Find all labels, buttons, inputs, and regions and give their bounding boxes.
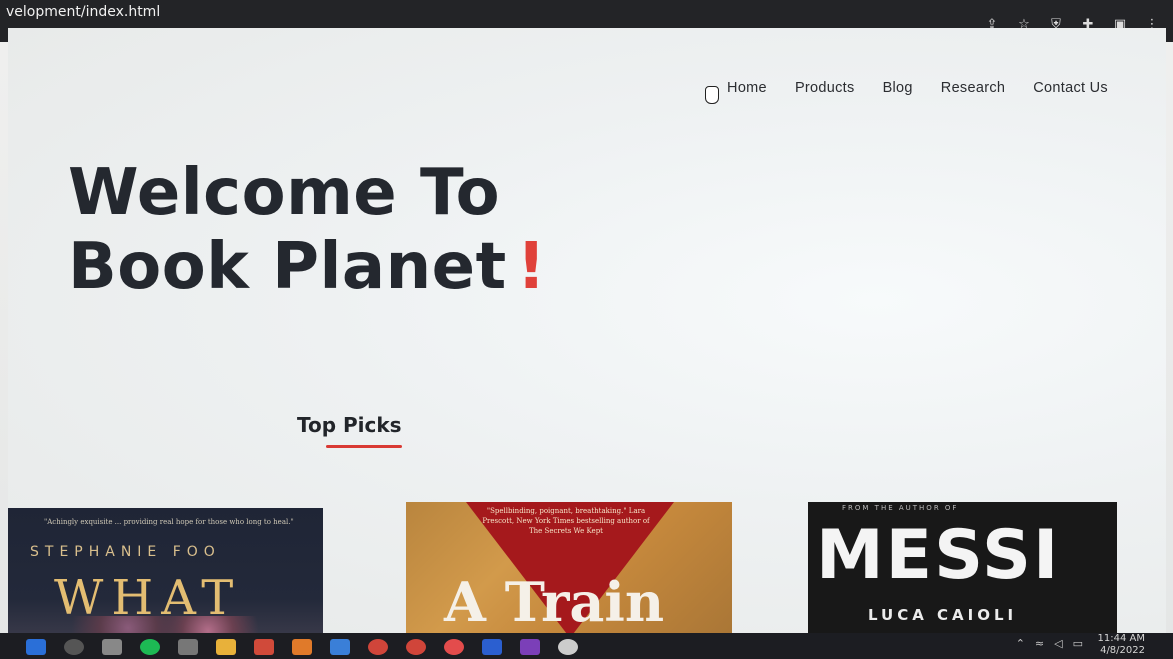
nav-blog[interactable]: Blog <box>883 80 913 96</box>
nav-research[interactable]: Research <box>941 80 1005 96</box>
clock-date: 4/8/2022 <box>1100 645 1145 656</box>
book-3-author: LUCA CAIOLI <box>868 606 1018 624</box>
word-icon[interactable] <box>482 639 502 655</box>
onenote-icon[interactable] <box>520 639 540 655</box>
nav-contact-us[interactable]: Contact Us <box>1033 80 1108 96</box>
book-1-author: STEPHANIE FOO <box>30 544 221 560</box>
book-3-title: MESSI <box>816 516 1061 595</box>
task-view-icon[interactable] <box>102 639 122 655</box>
book-2-title: A Train <box>444 570 665 633</box>
chevron-up-icon[interactable]: ⌃ <box>1016 637 1025 650</box>
hero-line-2: Book Planet! <box>68 230 546 304</box>
web-page: Home Products Blog Research Contact Us W… <box>8 28 1166 633</box>
book-2-quote: "Spellbinding, poignant, breathtaking." … <box>482 507 650 535</box>
nav-products[interactable]: Products <box>795 80 855 96</box>
chrome-icon[interactable] <box>368 639 388 655</box>
book-cover-3[interactable]: FROM THE AUTHOR OF MESSI LUCA CAIOLI <box>808 502 1117 633</box>
os-taskbar: ⌃ ≈ ◁ ▭ 11:44 AM 4/8/2022 <box>0 633 1173 659</box>
app-icon-red[interactable] <box>254 639 274 655</box>
chrome-canary-icon[interactable] <box>444 639 464 655</box>
battery-icon[interactable]: ▭ <box>1073 637 1083 650</box>
spotify-icon[interactable] <box>140 639 160 655</box>
book-cover-1[interactable]: "Achingly exquisite ... providing real h… <box>8 508 323 633</box>
sublime-icon[interactable] <box>292 639 312 655</box>
volume-icon[interactable]: ◁ <box>1054 637 1062 650</box>
clock-time: 11:44 AM <box>1097 633 1145 644</box>
emoji-icon[interactable] <box>558 639 578 655</box>
system-tray: ⌃ ≈ ◁ ▭ <box>1016 637 1083 650</box>
hero-heading: Welcome To Book Planet! <box>68 156 546 304</box>
windows-start-icon[interactable] <box>26 639 46 655</box>
vscode-icon[interactable] <box>330 639 350 655</box>
chrome-icon-2[interactable] <box>406 639 426 655</box>
main-nav: Home Products Blog Research Contact Us <box>727 80 1108 96</box>
book-1-quote: "Achingly exquisite ... providing real h… <box>44 518 294 526</box>
taskbar-apps <box>26 639 578 655</box>
section-title-underline <box>326 445 402 448</box>
section-title: Top Picks <box>297 413 402 437</box>
wifi-icon[interactable]: ≈ <box>1035 637 1044 650</box>
hand-cursor-icon <box>705 86 719 104</box>
nav-home[interactable]: Home <box>727 80 767 96</box>
hero-exclamation: ! <box>516 230 547 304</box>
screen: velopment/index.html ⇪ ☆ ⛨ ✚ ▣ ⋮ Home Pr… <box>0 0 1173 659</box>
address-bar-url[interactable]: velopment/index.html <box>6 4 160 20</box>
hero-line-2-text: Book Planet <box>68 230 507 304</box>
book-cover-2[interactable]: "Spellbinding, poignant, breathtaking." … <box>406 502 732 633</box>
file-explorer-icon[interactable] <box>216 639 236 655</box>
taskbar-clock[interactable]: 11:44 AM 4/8/2022 <box>1098 633 1145 657</box>
hero-line-1: Welcome To <box>68 156 501 230</box>
book-3-tagline: FROM THE AUTHOR OF <box>842 504 959 512</box>
app-icon[interactable] <box>178 639 198 655</box>
search-icon[interactable] <box>64 639 84 655</box>
book-1-flower-art <box>68 616 268 633</box>
